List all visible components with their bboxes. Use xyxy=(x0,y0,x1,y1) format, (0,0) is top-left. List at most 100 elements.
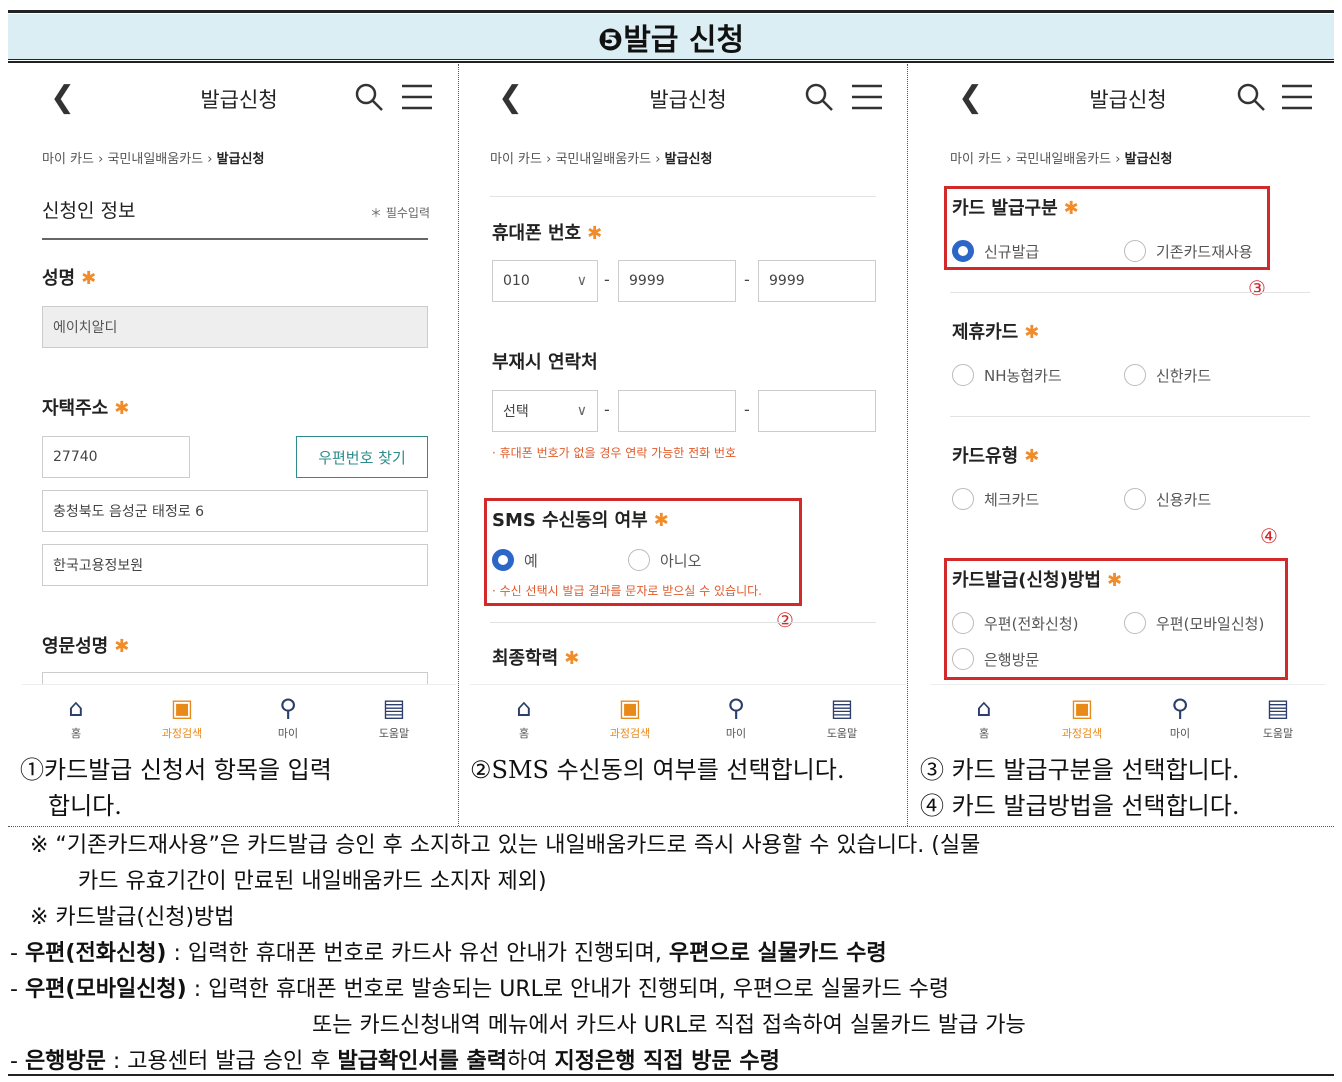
required-star-icon: ✱ xyxy=(1106,570,1123,591)
nav-course-search[interactable]: ▣ 과정검색 xyxy=(1042,693,1122,741)
chevron-down-icon: ∨ xyxy=(576,403,587,419)
breadcrumb: 마이 카드 › 국민내일배움카드 › 발급신청 xyxy=(950,152,1173,167)
caption-step-1: ①카드발급 신청서 항목을 입력 합니다. xyxy=(20,756,332,820)
radio-empty-icon xyxy=(952,488,974,510)
english-name-label: 영문성명 ✱ xyxy=(42,636,130,657)
required-star-icon: ✱ xyxy=(587,223,603,244)
step-marker-4: ④ xyxy=(1260,524,1278,548)
home-icon: ⌂ xyxy=(976,694,992,722)
phone-prefix-select[interactable]: 010 ∨ xyxy=(492,260,598,302)
menu-icon[interactable] xyxy=(852,84,882,110)
method-bank-radio[interactable]: 은행방문 xyxy=(952,648,1039,670)
type-credit-radio[interactable]: 신용카드 xyxy=(1124,488,1211,510)
breadcrumb-current: 발급신청 xyxy=(1124,152,1173,167)
breadcrumb-item[interactable]: 국민내일배움카드 xyxy=(1015,152,1111,167)
breadcrumb-item[interactable]: 마이 카드 xyxy=(950,152,1002,167)
breadcrumb-item[interactable]: 마이 카드 xyxy=(42,152,94,167)
bottom-nav: ⌂ 홈 ▣ 과정검색 ⚲ 마이 ▤ 도움말 xyxy=(930,684,1326,748)
nav-help[interactable]: ▤ 도움말 xyxy=(802,693,882,741)
zip-search-button[interactable]: 우편번호 찾기 xyxy=(296,436,428,478)
caption-step-3-4: ③ 카드 발급구분을 선택합니다. ④ 카드 발급방법을 선택합니다. xyxy=(920,756,1240,820)
nav-home[interactable]: ⌂ 홈 xyxy=(36,693,116,741)
divider xyxy=(950,292,1310,293)
document-icon: ▤ xyxy=(1266,694,1290,722)
dash: - xyxy=(604,270,610,289)
person-icon: ⚲ xyxy=(727,694,745,722)
breadcrumb-item[interactable]: 국민내일배움카드 xyxy=(107,152,203,167)
document-icon: ▤ xyxy=(382,694,406,722)
breadcrumb-current: 발급신청 xyxy=(664,152,713,167)
nav-my[interactable]: ⚲ 마이 xyxy=(1140,693,1220,741)
panel-separator xyxy=(907,64,908,826)
partner-nh-radio[interactable]: NH농협카드 xyxy=(952,364,1062,386)
issue-type-label: 카드 발급구분 ✱ xyxy=(952,198,1079,219)
required-star-icon: ✱ xyxy=(1063,198,1079,219)
dash: - xyxy=(604,400,610,419)
sms-note: · 수신 선택시 발급 결과를 문자로 받으실 수 있습니다. xyxy=(492,584,762,598)
breadcrumb-item[interactable]: 국민내일배움카드 xyxy=(555,152,651,167)
method-phone-radio[interactable]: 우편(전화신청) xyxy=(952,612,1079,634)
nav-course-search[interactable]: ▣ 과정검색 xyxy=(590,693,670,741)
required-star-icon: ✱ xyxy=(81,268,97,289)
top-rule xyxy=(8,10,1334,13)
nav-my[interactable]: ⚲ 마이 xyxy=(248,693,328,741)
document-icon: ▤ xyxy=(830,694,854,722)
bottom-nav: ⌂ 홈 ▣ 과정검색 ⚲ 마이 ▤ 도움말 xyxy=(22,684,456,748)
alt-mid-input[interactable] xyxy=(618,390,736,432)
section-heading: 신청인 정보 xyxy=(42,200,136,222)
address-field-2[interactable]: 한국고용정보원 xyxy=(42,544,428,586)
home-icon: ⌂ xyxy=(516,694,532,722)
panel-separator xyxy=(458,64,459,826)
required-star-icon: ✱ xyxy=(564,648,580,669)
address-label: 자택주소 ✱ xyxy=(42,398,130,419)
nav-home[interactable]: ⌂ 홈 xyxy=(944,693,1024,741)
header-rule xyxy=(8,61,1334,63)
divider xyxy=(490,622,876,623)
nav-home[interactable]: ⌂ 홈 xyxy=(484,693,564,741)
required-star-icon: ✱ xyxy=(114,636,130,657)
sms-yes-radio[interactable]: 예 xyxy=(492,549,538,571)
phone-mid-input[interactable]: 9999 xyxy=(618,260,736,302)
method-mobile-radio[interactable]: 우편(모바일신청) xyxy=(1124,612,1264,634)
nav-help[interactable]: ▤ 도움말 xyxy=(1238,693,1318,741)
caption-step-2: ②SMS 수신동의 여부를 선택합니다. xyxy=(470,756,845,784)
nav-help[interactable]: ▤ 도움말 xyxy=(354,693,434,741)
zip-field[interactable]: 27740 xyxy=(42,436,190,478)
issue-reuse-radio[interactable]: 기존카드재사용 xyxy=(1124,240,1253,262)
nav-my[interactable]: ⚲ 마이 xyxy=(696,693,776,741)
menu-icon[interactable] xyxy=(402,84,432,110)
radio-empty-icon xyxy=(952,364,974,386)
course-search-icon: ▣ xyxy=(1070,694,1094,722)
breadcrumb: 마이 카드 › 국민내일배움카드 › 발급신청 xyxy=(490,152,713,167)
section-title: ❺발급 신청 xyxy=(597,22,745,58)
breadcrumb-item[interactable]: 마이 카드 xyxy=(490,152,542,167)
note-method-heading: ※ 카드발급(신청)방법 xyxy=(30,905,235,930)
phone-label: 휴대폰 번호 ✱ xyxy=(492,223,603,244)
alt-prefix-select[interactable]: 선택 ∨ xyxy=(492,390,598,432)
menu-icon[interactable] xyxy=(1282,84,1312,110)
dash: - xyxy=(744,400,750,419)
course-search-icon: ▣ xyxy=(618,694,642,722)
required-star-icon: ✱ xyxy=(653,510,669,531)
type-check-radio[interactable]: 체크카드 xyxy=(952,488,1039,510)
phone-last-input[interactable]: 9999 xyxy=(758,260,876,302)
app-bar-title: 발급신청 xyxy=(200,88,278,112)
education-label: 최종학력 ✱ xyxy=(492,648,580,669)
radio-empty-icon xyxy=(1124,612,1146,634)
issue-new-radio[interactable]: 신규발급 xyxy=(952,240,1039,262)
search-icon[interactable] xyxy=(804,82,834,112)
note-method-phone: - 우편(전화신청) : 입력한 휴대폰 번호로 카드사 유선 안내가 진행되며… xyxy=(10,941,887,966)
home-icon: ⌂ xyxy=(68,694,84,722)
alt-last-input[interactable] xyxy=(758,390,876,432)
nav-course-search[interactable]: ▣ 과정검색 xyxy=(142,693,222,741)
card-type-label: 카드유형 ✱ xyxy=(952,446,1040,467)
search-icon[interactable] xyxy=(1236,82,1266,112)
partner-shinhan-radio[interactable]: 신한카드 xyxy=(1124,364,1211,386)
alt-contact-note: · 휴대폰 번호가 없을 경우 연락 가능한 전화 번호 xyxy=(492,446,737,460)
search-icon[interactable] xyxy=(354,82,384,112)
name-field: 에이치알디 xyxy=(42,306,428,348)
address-field-1[interactable]: 충청북도 음성군 태정로 6 xyxy=(42,490,428,532)
sms-no-radio[interactable]: 아니오 xyxy=(628,549,701,571)
screen-contact-sms: ❮ 발급신청 마이 카드 › 국민내일배움카드 › 발급신청 휴대폰 번호 ✱ 0… xyxy=(470,64,906,748)
note-method-mobile-cont: 또는 카드신청내역 메뉴에서 카드사 URL로 직접 접속하여 실물카드 발급 … xyxy=(312,1013,1026,1038)
